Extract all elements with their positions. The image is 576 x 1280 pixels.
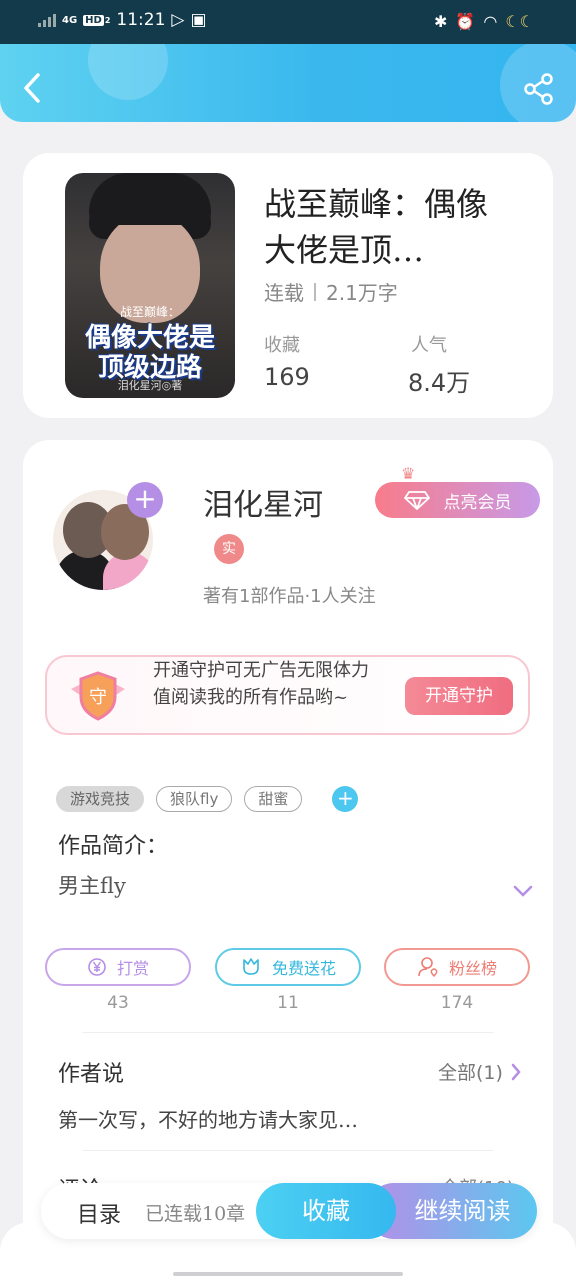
tag-item[interactable]: 狼队fly (156, 786, 233, 812)
cover-author: 泪化星河◎著 (117, 379, 183, 392)
book-meta: 连载 2.1万字 (264, 277, 398, 306)
continue-reading-label: 继续阅读 (414, 1197, 511, 1225)
book-word-count: 2.1万字 (326, 281, 398, 305)
flower-count: 11 (277, 993, 299, 1013)
chevron-left-icon (24, 73, 40, 103)
cover-small-title: 战至巅峰： (119, 305, 180, 319)
chevron-right-icon (511, 1063, 521, 1080)
bluetooth-icon: ✱ (434, 12, 448, 31)
hd-sub-label: 2 (104, 15, 111, 25)
serial-chapters-label: 已连载10章 (145, 1203, 246, 1225)
tag-item[interactable]: 甜蜜 (244, 786, 303, 812)
vip-button-label: 点亮会员 (443, 492, 512, 513)
status-bar: 4G HD 2 11:21 ▷ ▣ ✱ ⏰ ◠ ☾☾ (0, 0, 576, 44)
section-divider (83, 1150, 493, 1151)
app-notif-icon: ▣ (190, 10, 207, 30)
book-cover[interactable]: 战至巅峰： 偶像大佬是 顶级边路 泪化星河◎著 (65, 173, 235, 398)
collect-stat-value: 169 (264, 363, 310, 391)
popularity-stat-label: 人气 (411, 335, 447, 356)
reward-count: 43 (107, 993, 129, 1013)
intro-text: 男主fly (58, 874, 126, 898)
verified-badge: 实 (214, 534, 244, 564)
intro-label: 作品简介： (58, 834, 169, 859)
signal-icon (38, 13, 56, 27)
expand-chevron-icon[interactable] (513, 884, 533, 898)
hd-label: HD (83, 14, 104, 26)
share-icon (524, 73, 553, 105)
fan-user-icon (418, 957, 438, 977)
collect-stat-label: 收藏 (264, 335, 300, 356)
share-button[interactable] (522, 72, 556, 106)
book-title: 战至巅峰：偶像大佬是顶… (264, 185, 489, 269)
section-divider (83, 1032, 493, 1033)
fan-ranking-label: 粉丝榜 (448, 959, 497, 978)
time-label: 11:21 (116, 10, 166, 30)
cover-title-line1: 偶像大佬是 (84, 323, 215, 353)
reward-button[interactable]: 打赏 (45, 948, 191, 986)
wifi-icon: ◠ (483, 12, 498, 31)
free-flower-button[interactable]: 免费送花 (215, 948, 361, 986)
author-stats: 著有1部作品·1人关注 (203, 586, 376, 607)
fan-ranking-button[interactable]: 粉丝榜 (384, 948, 530, 986)
popularity-stat-value: 8.4万 (408, 369, 471, 397)
author-says-all-link[interactable]: 全部(1) (438, 1058, 521, 1085)
bottom-action-bar: 目录 已连载10章 继续阅读 收藏 (41, 1183, 537, 1239)
cover-hair (89, 173, 211, 225)
app-header: 4G HD 2 11:21 ▷ ▣ ✱ ⏰ ◠ ☾☾ (0, 0, 576, 122)
tag-list: 游戏竞技 狼队fly 甜蜜 + (56, 786, 359, 812)
follow-author-button[interactable]: + (127, 482, 163, 518)
guard-promo-box: 守 开通守护可无广告无限体力值阅读我的所有作品哟~ 开通守护 (45, 655, 530, 735)
tag-item[interactable]: 游戏竞技 (56, 786, 145, 812)
guard-promo-text: 开通守护可无广告无限体力值阅读我的所有作品哟~ (153, 660, 369, 708)
add-tag-button[interactable]: + (332, 786, 359, 812)
book-info-card: 战至巅峰： 偶像大佬是 顶级边路 泪化星河◎著 战至巅峰：偶像大佬是顶… 连载 … (23, 153, 553, 418)
crown-icon: ♛ (401, 464, 416, 483)
flower-icon (243, 958, 259, 975)
free-flower-label: 免费送花 (271, 959, 336, 978)
author-says-all-label: 全部(1) (438, 1062, 503, 1084)
author-says-title: 作者说 (58, 1062, 125, 1087)
guard-shield-text: 守 (89, 687, 107, 708)
moon-icon: ☾☾ (505, 12, 534, 31)
author-says-text[interactable]: 第一次写，不好的地方请大家见… (58, 1104, 358, 1133)
meta-divider (314, 282, 316, 301)
guard-shield-icon: 守 (71, 671, 125, 721)
cover-big-title: 偶像大佬是 顶级边路 (69, 323, 231, 383)
diamond-icon (403, 491, 430, 510)
author-card: + 泪化星河 实 著有1部作品·1人关注 ♛ 点亮会员 守 开通守护可无广告无限… (23, 440, 553, 1280)
alarm-icon: ⏰ (455, 12, 476, 31)
open-guard-button[interactable]: 开通守护 (405, 677, 513, 715)
video-icon: ▷ (171, 10, 185, 30)
author-name[interactable]: 泪化星河 (203, 480, 323, 524)
add-to-collection-button[interactable]: 收藏 (256, 1183, 396, 1239)
vip-button[interactable]: 点亮会员 (375, 482, 540, 518)
yen-icon (88, 958, 106, 976)
catalog-button[interactable]: 目录 (77, 1197, 121, 1229)
network-label: 4G (62, 14, 78, 26)
fan-count: 174 (440, 993, 474, 1013)
back-button[interactable] (18, 70, 46, 106)
book-status: 连载 (264, 281, 304, 305)
home-indicator[interactable] (173, 1272, 403, 1276)
reward-button-label: 打赏 (116, 959, 149, 978)
